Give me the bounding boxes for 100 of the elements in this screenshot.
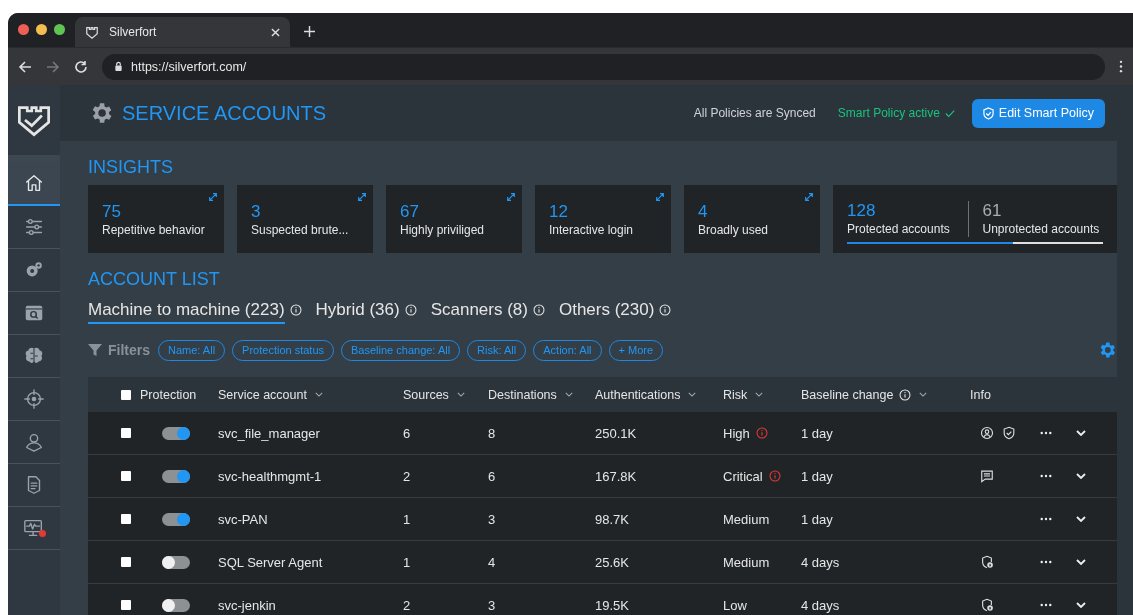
table-cell: svc-PAN	[218, 511, 268, 527]
caret-icon[interactable]	[755, 392, 764, 397]
table-cell: 4	[488, 554, 496, 570]
minimize-window-button[interactable]	[36, 24, 47, 35]
insight-label: Repetitive behavior	[102, 222, 206, 238]
expand-icon[interactable]	[357, 192, 367, 202]
browser-tab[interactable]: Silverfort	[75, 17, 290, 47]
table-cell: 3	[488, 511, 496, 527]
insight-card[interactable]: 4 Broadly used	[684, 185, 820, 253]
expand-icon[interactable]	[506, 192, 516, 202]
column-header[interactable]: Sources	[403, 387, 465, 402]
more-icon[interactable]	[1040, 560, 1052, 564]
column-header[interactable]: Risk	[723, 387, 764, 402]
address-bar[interactable]: https://silverfort.com/	[102, 53, 1105, 80]
scrollbar[interactable]	[1117, 85, 1133, 615]
person-icon	[980, 426, 994, 440]
checkbox[interactable]	[121, 600, 131, 610]
sidebar-item[interactable]	[8, 162, 60, 206]
protected-label: Protected accounts	[847, 221, 951, 237]
maximize-window-button[interactable]	[54, 24, 65, 35]
checkbox[interactable]	[121, 471, 131, 481]
page-title: SERVICE ACCOUNTS	[122, 101, 327, 125]
new-tab-icon[interactable]	[304, 26, 315, 37]
insight-card[interactable]: 75 Repetitive behavior	[88, 185, 224, 253]
table-cell: 1	[403, 511, 411, 527]
edit-smart-policy-button[interactable]: Edit Smart Policy	[971, 98, 1105, 128]
shield-logo-icon	[85, 25, 99, 39]
more-icon[interactable]	[1040, 603, 1052, 607]
checkbox[interactable]	[121, 514, 131, 524]
chevron-down-icon[interactable]	[1076, 430, 1086, 436]
chevron-down-icon[interactable]	[1076, 602, 1086, 608]
protection-toggle[interactable]	[162, 598, 190, 612]
user-icon	[23, 431, 45, 453]
caret-icon[interactable]	[564, 392, 573, 397]
protection-toggle[interactable]	[162, 555, 190, 569]
menu-icon[interactable]	[1119, 60, 1123, 73]
column-header[interactable]: Service account	[218, 387, 323, 402]
section-title: INSIGHTS	[88, 157, 174, 177]
table-cell: 1 day	[801, 425, 833, 441]
column-header[interactable]: Authentications	[595, 387, 697, 402]
more-icon[interactable]	[1040, 517, 1052, 521]
shield-lock-icon	[980, 598, 994, 612]
column-header[interactable]: Baseline change	[801, 387, 928, 402]
close-tab-icon[interactable]	[271, 27, 280, 37]
account-tab[interactable]: Machine to machine (223)	[88, 299, 285, 324]
caret-icon[interactable]	[919, 392, 928, 397]
lock-icon	[114, 61, 123, 72]
expand-icon[interactable]	[655, 192, 665, 202]
table-cell: Medium	[723, 554, 770, 570]
caret-icon[interactable]	[456, 392, 465, 397]
protection-toggle[interactable]	[162, 469, 190, 483]
home-icon	[23, 172, 45, 194]
checkbox[interactable]	[121, 428, 131, 438]
table-cell: 4 days	[801, 554, 840, 570]
reload-icon[interactable]	[74, 59, 88, 74]
table-cell: Low	[723, 597, 747, 613]
table-cell: 3	[488, 597, 496, 613]
back-icon[interactable]	[18, 59, 32, 74]
table-cell: High	[723, 425, 750, 441]
chevron-down-icon[interactable]	[1076, 473, 1086, 479]
table-cell: 2	[403, 468, 411, 484]
checkbox[interactable]	[121, 557, 131, 567]
caret-icon[interactable]	[314, 392, 323, 397]
account-tab[interactable]: Scanners (8)	[430, 299, 528, 322]
account-tab[interactable]: Hybrid (36)	[315, 299, 400, 322]
close-window-button[interactable]	[18, 24, 29, 35]
table-cell: 98.7K	[595, 511, 629, 527]
shield-lock-icon	[980, 555, 994, 569]
insight-card[interactable]: 3 Suspected brute...	[237, 185, 373, 253]
more-icon[interactable]	[1040, 431, 1052, 435]
shield-check-icon	[982, 106, 994, 120]
expand-icon[interactable]	[208, 192, 218, 202]
caret-icon[interactable]	[688, 392, 697, 397]
shield-check-icon	[1002, 426, 1016, 440]
more-icon[interactable]	[1040, 474, 1052, 478]
protection-toggle[interactable]	[162, 512, 190, 526]
insight-card[interactable]: 67 Highly priviliged	[386, 185, 522, 253]
table-cell: 2	[403, 597, 411, 613]
protection-toggle[interactable]	[162, 426, 190, 440]
smart-policy-status: Smart Policy active	[837, 106, 940, 120]
unprotected-label: Unprotected accounts	[982, 221, 1101, 237]
expand-icon[interactable]	[804, 192, 814, 202]
checkbox[interactable]	[121, 389, 131, 400]
insight-card[interactable]: 12 Interactive login	[535, 185, 671, 253]
forward-icon[interactable]	[46, 59, 60, 74]
insight-value: 67	[400, 202, 420, 222]
table-cell: SQL Server Agent	[218, 554, 323, 570]
sync-status: All Policies are Synced	[693, 106, 816, 120]
column-header[interactable]: Info	[970, 387, 991, 402]
filters-label: Filters	[108, 342, 150, 358]
insight-value: 3	[251, 202, 262, 222]
info-icon	[289, 304, 302, 316]
chevron-down-icon[interactable]	[1076, 559, 1086, 565]
table-cell: 6	[488, 468, 496, 484]
account-tab[interactable]: Others (230)	[558, 299, 655, 322]
info-icon	[532, 304, 545, 316]
table-cell: 25.6K	[595, 554, 629, 570]
column-header[interactable]: Protection	[140, 387, 197, 402]
chevron-down-icon[interactable]	[1076, 516, 1086, 522]
column-header[interactable]: Destinations	[488, 387, 573, 402]
